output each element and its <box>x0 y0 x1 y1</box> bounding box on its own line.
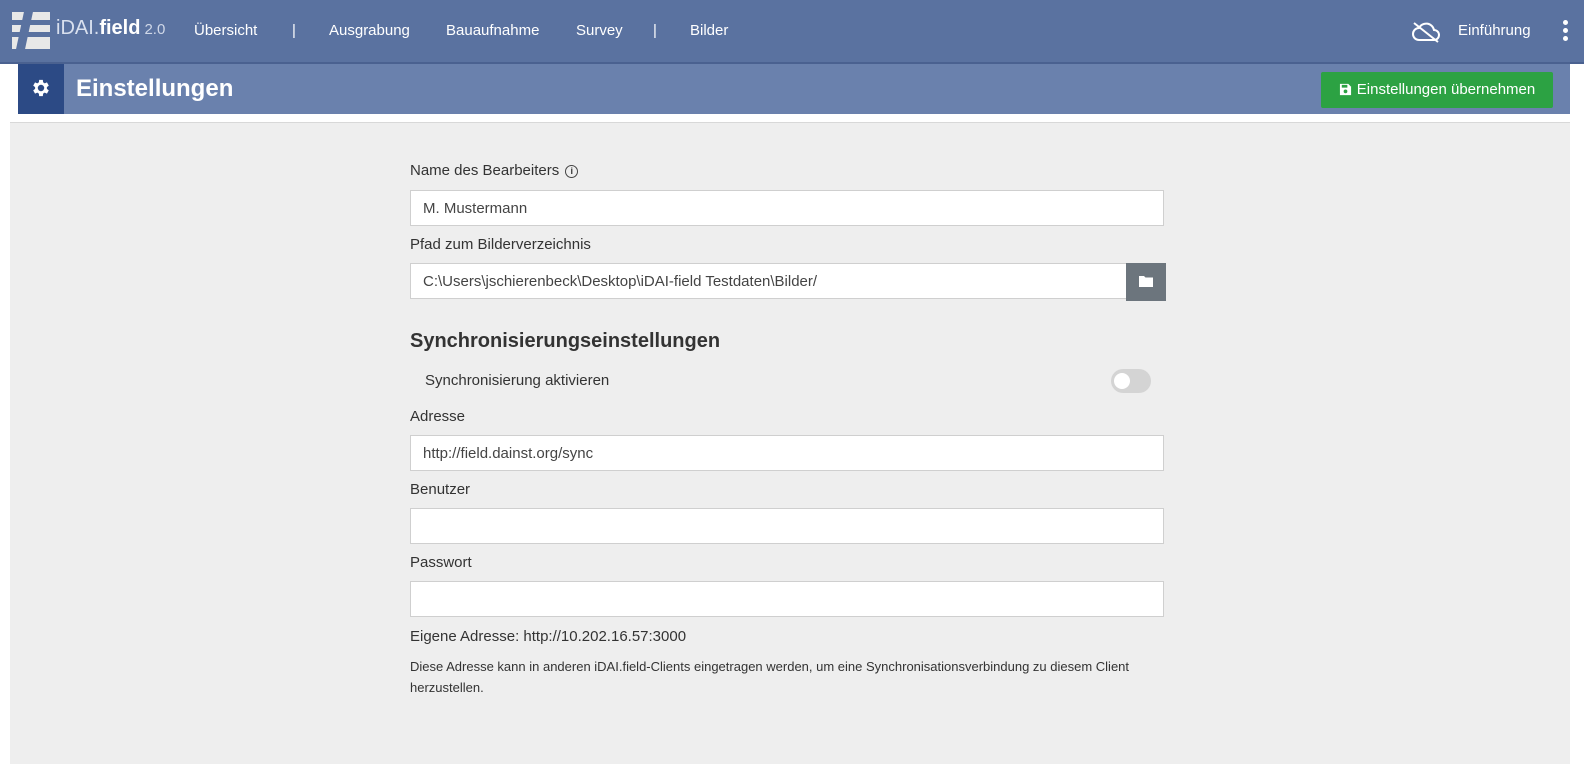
idai-field-logo[interactable] <box>12 12 50 49</box>
sync-toggle-label: Synchronisierung aktivieren <box>425 372 610 389</box>
nav-survey[interactable]: Survey <box>576 0 623 62</box>
nav-separator: | <box>653 22 657 39</box>
password-input[interactable] <box>410 581 1164 617</box>
apply-settings-label: Einstellungen übernehmen <box>1356 81 1536 98</box>
toggle-knob <box>1114 373 1130 389</box>
folder-select-button[interactable] <box>1126 263 1166 301</box>
editor-name-label: Name des Bearbeiters i <box>410 162 579 179</box>
own-address-hint: Diese Adresse kann in anderen iDAI.field… <box>410 659 1130 695</box>
info-icon[interactable]: i <box>565 165 579 178</box>
user-input[interactable] <box>410 508 1164 544</box>
address-label: Adresse <box>410 408 466 425</box>
nav-ubersicht[interactable]: Übersicht <box>194 0 257 62</box>
own-address-text: Eigene Adresse: http://10.202.16.57:3000 <box>410 628 687 645</box>
folder-icon <box>1139 276 1153 287</box>
cloud-off-icon[interactable] <box>1411 21 1441 43</box>
sync-toggle[interactable] <box>1111 369 1151 393</box>
brand-prefix: iDAI. <box>56 17 100 39</box>
gear-icon <box>33 79 49 97</box>
nav-bilder[interactable]: Bilder <box>690 0 728 62</box>
user-label: Benutzer <box>410 481 471 498</box>
nav-separator: | <box>292 22 296 39</box>
image-path-input[interactable]: C:\Users\jschierenbeck\Desktop\iDAI-fiel… <box>410 263 1127 299</box>
nav-ausgrabung[interactable]: Ausgrabung <box>329 0 410 62</box>
password-label: Passwort <box>410 554 472 571</box>
settings-header: Einstellungen Einstellungen übernehmen <box>18 64 1570 114</box>
address-input[interactable]: http://field.dainst.org/sync <box>410 435 1164 471</box>
brand-name: field <box>99 17 141 39</box>
brand-version: 2.0 <box>144 21 166 38</box>
sync-heading: Synchronisierungseinstellungen <box>410 330 721 352</box>
nav-bauaufnahme[interactable]: Bauaufnahme <box>446 0 539 62</box>
vertical-dots-icon[interactable] <box>1560 20 1570 44</box>
page-title: Einstellungen <box>76 75 234 102</box>
floppy-disk-icon <box>1339 83 1351 96</box>
apply-settings-button[interactable]: Einstellungen übernehmen <box>1321 72 1553 108</box>
settings-content: Name des Bearbeiters i M. Mustermann Pfad… <box>10 122 1570 764</box>
image-path-label: Pfad zum Bilderverzeichnis <box>410 236 591 253</box>
app-brand[interactable]: iDAI.field 2.0 <box>56 17 165 40</box>
intro-link[interactable]: Einführung <box>1458 0 1531 62</box>
top-navbar: iDAI.field 2.0 Übersicht | Ausgrabung Bau… <box>0 0 1584 64</box>
editor-name-input[interactable]: M. Mustermann <box>410 190 1164 226</box>
settings-icon-box <box>18 64 64 114</box>
